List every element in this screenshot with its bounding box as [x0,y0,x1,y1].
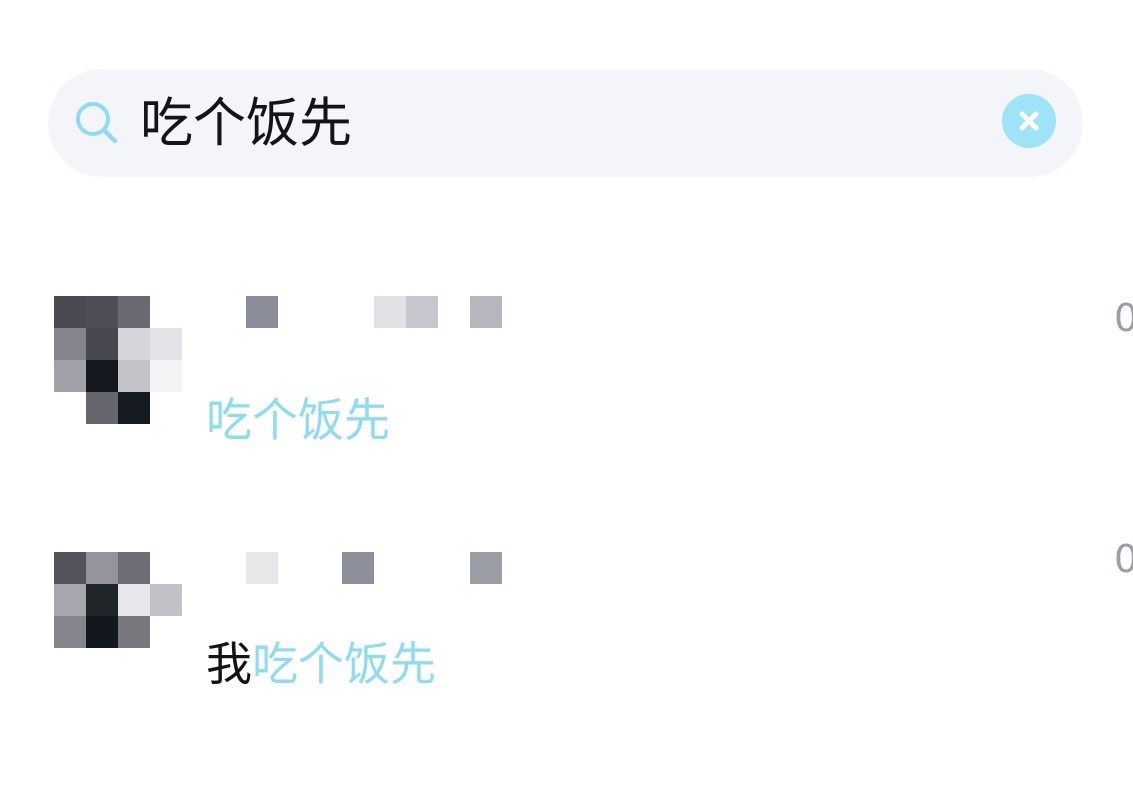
search-icon [76,102,118,144]
message-highlight: 吃个饭先 [206,393,390,447]
search-input[interactable]: 吃个饭先 [140,94,352,154]
close-icon [1019,111,1039,131]
message-highlight: 吃个饭先 [252,637,436,691]
result-message[interactable]: 吃个饭先 [206,392,390,448]
contact-name-redacted [214,552,514,584]
result-time: 0 [1114,296,1133,340]
result-message[interactable]: 我吃个饭先 [206,636,436,692]
contact-name-redacted [214,296,514,328]
result-time: 0 [1114,537,1133,581]
avatar[interactable] [54,296,182,424]
clear-search-button[interactable] [1002,94,1056,148]
avatar[interactable] [54,552,182,680]
message-prefix: 我 [206,637,252,691]
cancel-button-partial[interactable] [1118,95,1133,147]
